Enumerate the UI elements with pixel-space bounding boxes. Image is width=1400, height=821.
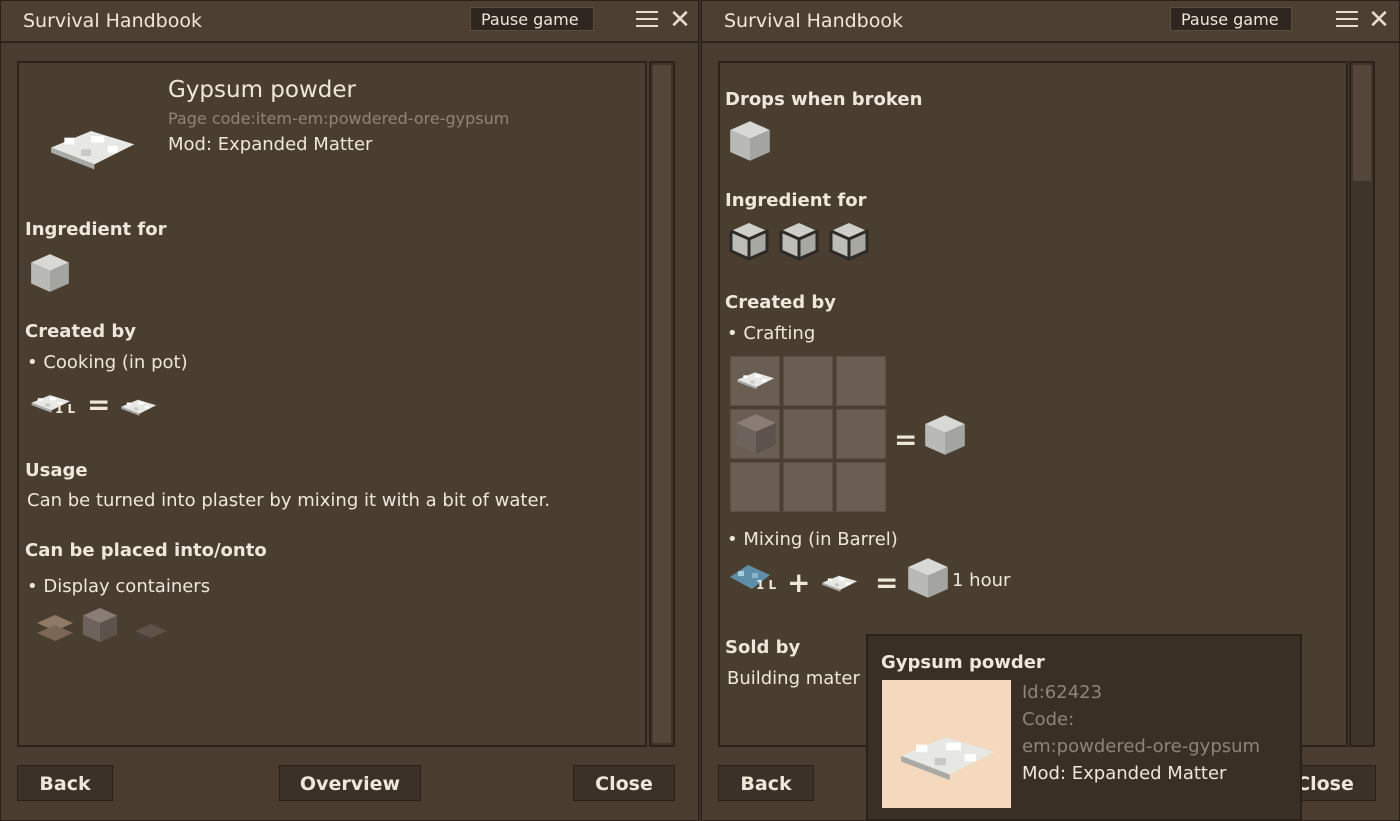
gypsum-powder-icon xyxy=(733,367,777,391)
crafting-slot[interactable] xyxy=(783,462,833,512)
crafting-slot[interactable] xyxy=(730,409,780,459)
hamburger-menu-icon[interactable] xyxy=(1336,10,1358,30)
usage-heading: Usage xyxy=(25,460,88,481)
shelf-icon[interactable] xyxy=(35,611,75,645)
close-button[interactable]: Close xyxy=(573,765,675,801)
stone-block-icon xyxy=(734,412,778,456)
display-containers-label: • Display containers xyxy=(27,576,211,597)
cooking-method: • Cooking (in pot) xyxy=(27,352,188,373)
mixing-method: • Mixing (in Barrel) xyxy=(727,529,898,550)
item-name: Gypsum powder xyxy=(168,77,356,103)
liter-quantity: 1 L xyxy=(55,402,76,416)
item-tooltip: Gypsum powder Id:62423 Code: em:powdered… xyxy=(866,634,1302,821)
ingredient-for-heading: Ingredient for xyxy=(25,219,167,240)
crafting-slot[interactable] xyxy=(783,409,833,459)
gypsum-powder-large-icon xyxy=(41,121,141,171)
liter-quantity: 1 L xyxy=(756,578,777,592)
plaster-frame-icon[interactable] xyxy=(828,221,870,261)
back-button[interactable]: Back xyxy=(17,765,113,801)
handbook-window-left: Survival Handbook Pause game ✕ Gypsum po… xyxy=(0,0,699,821)
sold-by-heading: Sold by xyxy=(725,637,801,658)
placed-into-heading: Can be placed into/onto xyxy=(25,540,267,561)
plaster-frame-icon[interactable] xyxy=(728,221,770,261)
tooltip-item-name: Gypsum powder xyxy=(881,652,1045,673)
scrollbar-thumb[interactable] xyxy=(653,65,671,743)
tooltip-item-preview xyxy=(882,680,1011,808)
plaster-frame-icon[interactable] xyxy=(778,221,820,261)
scrollbar[interactable] xyxy=(1349,61,1375,747)
trader-name[interactable]: Building mater xyxy=(727,668,860,689)
tooltip-id: Id:62423 xyxy=(1022,682,1103,703)
mod-label: Mod: Expanded Matter xyxy=(168,134,373,155)
overview-button[interactable]: Overview xyxy=(279,765,421,801)
equals-sign: = xyxy=(875,566,899,599)
created-by-heading: Created by xyxy=(25,321,137,342)
tooltip-code-label: Code: xyxy=(1022,709,1075,730)
pedestal-icon[interactable] xyxy=(131,619,171,645)
display-case-icon[interactable] xyxy=(81,605,119,645)
crafting-slot[interactable] xyxy=(783,356,833,406)
plaster-block-icon[interactable] xyxy=(923,413,967,457)
pause-game-button[interactable]: Pause game xyxy=(1170,7,1292,31)
crafting-slot[interactable] xyxy=(836,356,886,406)
pause-game-button[interactable]: Pause game xyxy=(470,7,594,31)
scrollbar-thumb[interactable] xyxy=(1353,65,1371,181)
ingredient-for-heading: Ingredient for xyxy=(725,190,867,211)
scrollbar[interactable] xyxy=(649,61,675,747)
hamburger-menu-icon[interactable] xyxy=(636,10,658,30)
page-code: Page code:item-em:powdered-ore-gypsum xyxy=(168,109,510,128)
crafting-method: • Crafting xyxy=(727,323,816,344)
drop-block-icon[interactable] xyxy=(728,119,772,163)
window-title: Survival Handbook xyxy=(23,10,202,32)
plus-sign: + xyxy=(787,566,811,599)
titlebar: Survival Handbook Pause game ✕ xyxy=(702,1,1399,43)
window-title: Survival Handbook xyxy=(724,10,903,32)
back-button[interactable]: Back xyxy=(718,765,814,801)
crafting-slot[interactable] xyxy=(730,356,780,406)
close-icon[interactable]: ✕ xyxy=(667,7,693,33)
gypsum-powder-icon[interactable] xyxy=(818,571,860,593)
handbook-page: Gypsum powder Page code:item-em:powdered… xyxy=(17,61,647,747)
plaster-block-icon[interactable] xyxy=(29,252,71,294)
tooltip-code: em:powdered-ore-gypsum xyxy=(1022,736,1261,757)
created-by-heading: Created by xyxy=(725,292,837,313)
equals-sign: = xyxy=(87,388,111,421)
mixing-duration: 1 hour xyxy=(952,570,1011,591)
equals-sign: = xyxy=(894,423,918,456)
plaster-block-icon[interactable] xyxy=(906,556,950,600)
usage-text: Can be turned into plaster by mixing it … xyxy=(27,490,551,511)
drops-heading: Drops when broken xyxy=(725,89,923,110)
close-icon[interactable]: ✕ xyxy=(1366,7,1392,33)
crafting-slot[interactable] xyxy=(730,462,780,512)
tooltip-mod: Mod: Expanded Matter xyxy=(1022,763,1227,784)
crafting-slot[interactable] xyxy=(836,409,886,459)
gypsum-powder-icon[interactable] xyxy=(117,395,159,417)
crafting-slot[interactable] xyxy=(836,462,886,512)
titlebar: Survival Handbook Pause game ✕ xyxy=(1,1,698,43)
gypsum-powder-icon xyxy=(890,726,1002,782)
